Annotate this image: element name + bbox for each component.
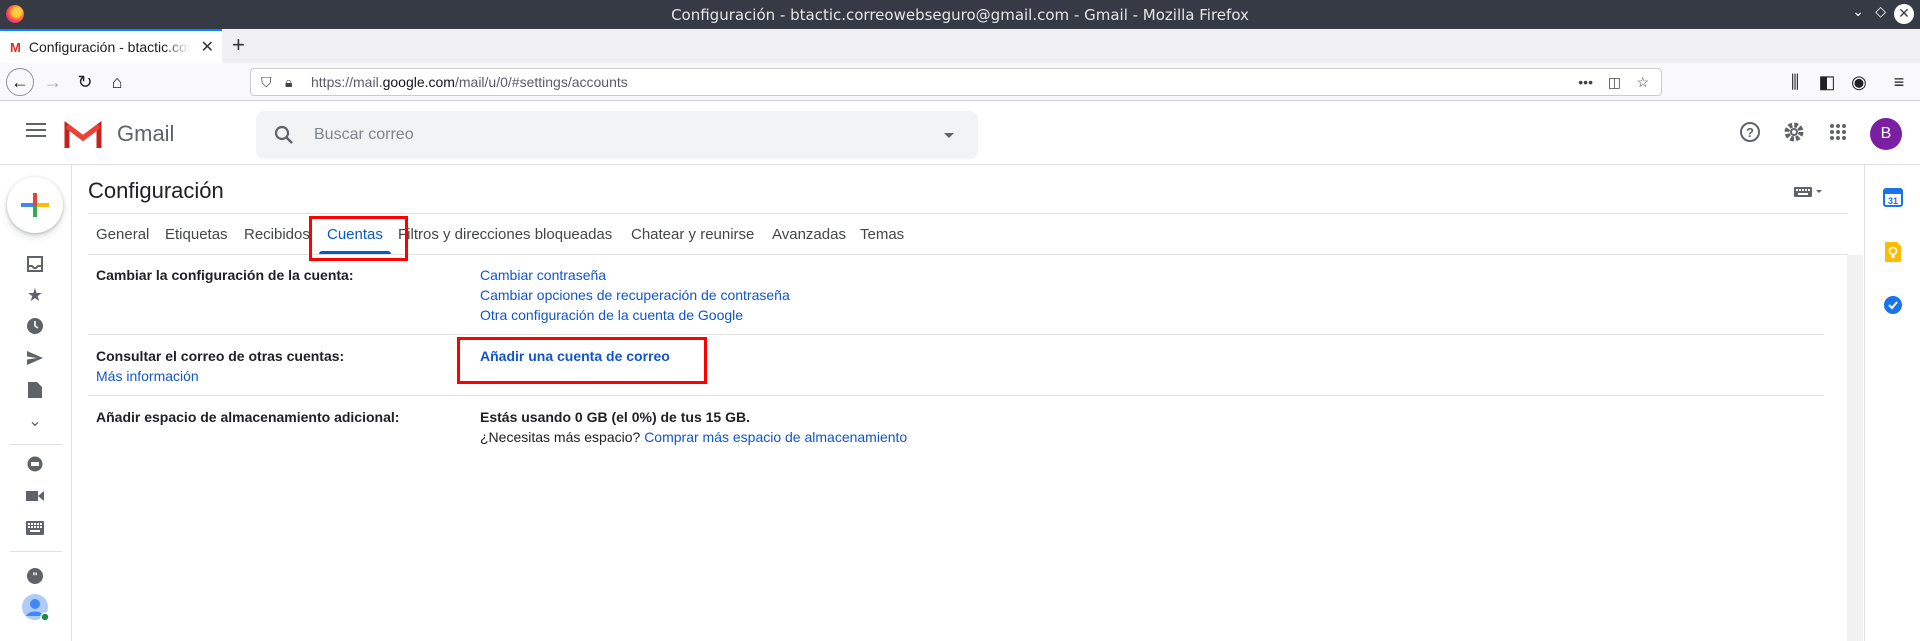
browser-tab-title: Configuración - btactic.correowebseguro@… — [28, 39, 189, 55]
account-avatar[interactable]: B — [1870, 118, 1902, 150]
rail-divider — [10, 551, 62, 552]
keyboard-icon[interactable] — [24, 517, 46, 539]
drafts-icon[interactable] — [24, 379, 46, 401]
other-google-account-settings-link[interactable]: Otra configuración de la cuenta de Googl… — [480, 307, 743, 323]
starred-icon[interactable]: ★ — [24, 284, 46, 306]
search-box — [256, 111, 978, 159]
url-bar[interactable]: ⛉ 🔒︎ https://mail.google.com/mail/u/0/#s… — [250, 68, 1662, 96]
page-title: Configuración — [88, 178, 224, 203]
bookmark-star-icon[interactable]: ☆ — [1636, 74, 1649, 91]
highlight-box-add-account — [457, 337, 707, 384]
page-actions-icon[interactable]: ••• — [1578, 74, 1593, 90]
storage-usage-text: Estás usando 0 GB (el 0%) de tus 15 GB. — [480, 409, 750, 425]
tab-chat-meet[interactable]: Chatear y reunirse — [631, 226, 754, 243]
rail-divider — [10, 444, 62, 445]
inbox-icon[interactable] — [24, 253, 46, 275]
close-tab-icon[interactable]: ✕ — [201, 37, 214, 57]
content-scrollbar[interactable] — [1847, 255, 1863, 641]
close-window-button[interactable]: ✕ — [1894, 4, 1914, 24]
hangouts-quote-icon[interactable]: " — [24, 565, 46, 587]
meet-video-icon[interactable] — [24, 485, 46, 507]
svg-text:?: ? — [1746, 125, 1754, 140]
navigation-bar: ← → ↻ ⌂ ⛉ 🔒︎ https://mail.google.com/mai… — [0, 63, 1920, 101]
forward-button[interactable]: → — [40, 69, 66, 95]
maximize-icon[interactable]: ◇ — [1875, 4, 1886, 20]
storage-label: Añadir espacio de almacenamiento adicion… — [96, 409, 400, 425]
account-icon[interactable]: ◉ — [1846, 69, 1872, 95]
reload-button[interactable]: ↻ — [72, 69, 98, 95]
tab-general[interactable]: General — [96, 226, 149, 243]
tab-filters[interactable]: Filtros y direcciones bloqueadas — [398, 226, 612, 243]
search-input[interactable] — [312, 123, 912, 147]
row-separator — [88, 334, 1824, 335]
gmail-brand[interactable]: Gmail — [117, 121, 174, 147]
input-tools-keyboard-icon[interactable] — [1794, 185, 1824, 204]
window-titlebar: Configuración - btactic.correowebseguro@… — [0, 0, 1920, 29]
change-recovery-options-link[interactable]: Cambiar opciones de recuperación de cont… — [480, 287, 790, 303]
other-accounts-label: Consultar el correo de otras cuentas: — [96, 348, 345, 364]
help-icon[interactable]: ? — [1736, 118, 1764, 146]
pocket-icon[interactable]: ◫ — [1608, 74, 1621, 91]
shield-icon[interactable]: ⛉ — [261, 74, 272, 91]
compose-plus-icon — [21, 193, 49, 217]
back-button[interactable]: ← — [6, 68, 34, 96]
side-panel-rail: 31 — [1864, 165, 1920, 641]
minimize-icon[interactable]: ⌄ — [1852, 4, 1864, 20]
home-button[interactable]: ⌂ — [104, 69, 130, 95]
search-icon[interactable] — [272, 123, 296, 147]
tab-inbox[interactable]: Recibidos — [244, 226, 310, 243]
snoozed-clock-icon[interactable] — [24, 315, 46, 337]
chat-icon[interactable] — [24, 454, 46, 476]
firefox-icon — [6, 5, 24, 23]
row-separator — [88, 395, 1824, 396]
calendar-icon[interactable]: 31 — [1883, 187, 1903, 212]
more-chevron-down-icon[interactable]: ⌄ — [24, 410, 46, 432]
search-options-icon[interactable] — [944, 133, 954, 138]
account-settings-label: Cambiar la configuración de la cuenta: — [96, 267, 354, 283]
settings-gear-icon[interactable] — [1780, 118, 1808, 146]
library-icon[interactable]: ⫼ — [1782, 69, 1808, 95]
user-profile-icon[interactable] — [21, 593, 49, 621]
new-tab-button[interactable]: + — [232, 32, 245, 58]
tab-labels[interactable]: Etiquetas — [165, 226, 228, 243]
gmail-header: Gmail ? B — [0, 101, 1920, 165]
svg-text:31: 31 — [1888, 196, 1898, 206]
gmail-logo-icon[interactable] — [64, 120, 102, 148]
svg-text:": " — [32, 571, 37, 583]
url-text: https://mail.google.com/mail/u/0/#settin… — [311, 74, 628, 90]
buy-storage-link[interactable]: Comprar más espacio de almacenamiento — [644, 429, 907, 445]
sidebar-icon[interactable]: ◧ — [1814, 69, 1840, 95]
change-password-link[interactable]: Cambiar contraseña — [480, 267, 606, 283]
keep-icon[interactable] — [1883, 241, 1903, 268]
highlight-box-accounts-tab — [309, 216, 408, 261]
tab-advanced[interactable]: Avanzadas — [772, 226, 846, 243]
gmail-favicon-icon: M — [10, 39, 21, 55]
lock-icon[interactable]: 🔒︎ — [285, 74, 292, 91]
tasks-icon[interactable] — [1883, 295, 1903, 320]
hamburger-menu-icon[interactable]: ≡ — [1886, 69, 1912, 95]
compose-button[interactable] — [7, 177, 63, 233]
more-info-link[interactable]: Más información — [96, 368, 199, 384]
apps-grid-icon[interactable] — [1824, 118, 1852, 146]
tab-themes[interactable]: Temas — [860, 226, 904, 243]
left-navigation-rail: ★ ⌄ " — [0, 165, 72, 641]
sent-icon[interactable] — [24, 347, 46, 369]
browser-tab-active[interactable]: M Configuración - btactic.correowebsegur… — [0, 29, 222, 63]
tab-strip: M Configuración - btactic.correowebsegur… — [0, 29, 1920, 63]
more-space-question: ¿Necesitas más espacio? Comprar más espa… — [480, 429, 908, 445]
window-title: Configuración - btactic.correowebseguro@… — [671, 5, 1249, 24]
main-menu-icon[interactable] — [26, 123, 46, 137]
